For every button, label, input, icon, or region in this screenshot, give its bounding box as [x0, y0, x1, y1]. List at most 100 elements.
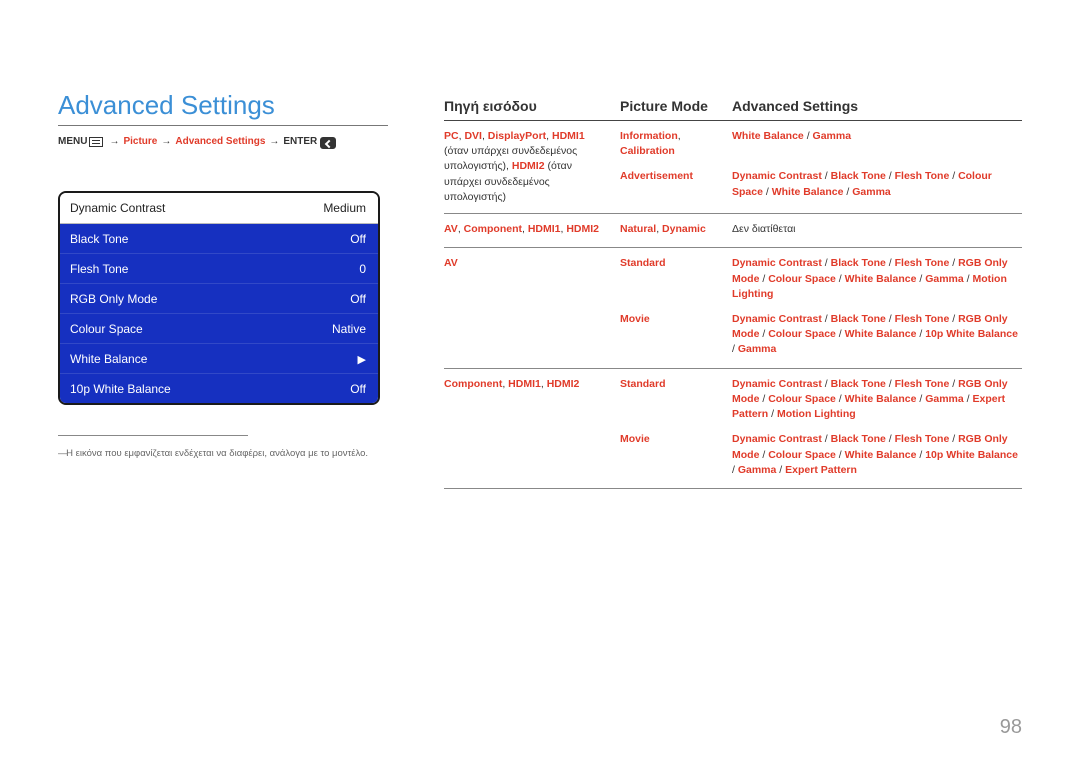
osd-row: RGB Only ModeOff [60, 283, 378, 313]
text-part: / [886, 257, 895, 269]
picture-mode-cell: Advertisement [620, 169, 732, 199]
advanced-settings-cell: Dynamic Contrast / Black Tone / Flesh To… [732, 169, 1022, 199]
text-part: Component [464, 223, 522, 235]
text-part: Δεν διατίθεται [732, 223, 796, 235]
text-part: / [822, 170, 831, 182]
text-part: / [759, 328, 768, 340]
text-part: / [763, 186, 772, 198]
header-input-source: Πηγή εισόδου [444, 98, 620, 114]
advanced-settings-cell: Dynamic Contrast / Black Tone / Flesh To… [732, 377, 1022, 423]
text-part: 10p White Balance [925, 449, 1018, 461]
osd-value: Off [350, 382, 366, 396]
text-part: HDMI1 [528, 223, 561, 235]
osd-label: 10p White Balance [70, 382, 171, 396]
table-row: AdvertisementDynamic Contrast / Black To… [620, 169, 1022, 209]
text-part: HDMI2 [566, 223, 599, 235]
text-part: Standard [620, 378, 666, 390]
picture-mode-cell: Information, Calibration [620, 129, 732, 159]
text-part: Dynamic Contrast [732, 313, 822, 325]
osd-value: Native [332, 322, 366, 336]
text-part: Gamma [738, 343, 777, 355]
osd-row: Colour SpaceNative [60, 313, 378, 343]
text-part: Flesh Tone [895, 433, 950, 445]
osd-label: Flesh Tone [70, 262, 128, 276]
text-part: AV [444, 223, 458, 235]
text-part: / [916, 328, 925, 340]
text-part: / [949, 433, 958, 445]
osd-panel: Dynamic ContrastMediumBlack ToneOffFlesh… [58, 191, 380, 405]
text-part: Dynamic [662, 223, 706, 235]
text-part: AV [444, 257, 458, 269]
text-part: Black Tone [831, 257, 886, 269]
text-part: / [886, 170, 895, 182]
text-part: HDMI1 [508, 378, 541, 390]
text-part: Gamma [925, 273, 964, 285]
input-source-cell: Component, HDMI1, HDMI2 [444, 377, 620, 488]
text-part: Black Tone [831, 170, 886, 182]
text-part: Dynamic Contrast [732, 257, 822, 269]
header-advanced-settings: Advanced Settings [732, 98, 1022, 114]
text-part: Natural [620, 223, 656, 235]
text-part: Flesh Tone [895, 170, 950, 182]
text-part: Colour Space [768, 273, 836, 285]
text-part: Information [620, 130, 678, 142]
text-part: / [949, 170, 958, 182]
osd-value: ▶ [358, 352, 366, 366]
text-part: / [759, 449, 768, 461]
text-part: / [836, 328, 845, 340]
divider [58, 435, 248, 436]
text-part: / [886, 313, 895, 325]
text-part: / [768, 408, 777, 420]
input-source-cell: PC, DVI, DisplayPort, HDMI1 (όταν υπάρχε… [444, 129, 620, 213]
osd-row: Black ToneOff [60, 223, 378, 253]
text-part: Movie [620, 433, 650, 445]
text-part: / [822, 433, 831, 445]
text-part: HDMI2 [512, 160, 545, 172]
table-group: Component, HDMI1, HDMI2Standard Dynamic C… [444, 369, 1022, 489]
arrow-icon: → [161, 136, 171, 147]
table-body: PC, DVI, DisplayPort, HDMI1 (όταν υπάρχε… [444, 121, 1022, 489]
text-part: Black Tone [831, 378, 886, 390]
text-part: Dynamic Contrast [732, 433, 822, 445]
text-part: / [886, 433, 895, 445]
breadcrumb-advanced: Advanced Settings [175, 136, 265, 147]
text-part: / [949, 378, 958, 390]
text-part: / [804, 130, 813, 142]
table-group: PC, DVI, DisplayPort, HDMI1 (όταν υπάρχε… [444, 121, 1022, 214]
text-part: DVI [464, 130, 482, 142]
text-part: , [678, 130, 681, 142]
text-part: White Balance [732, 130, 804, 142]
advanced-settings-cell: White Balance / Gamma [732, 129, 1022, 159]
text-part: Colour Space [768, 449, 836, 461]
table-row: Natural, DynamicΔεν διατίθεται [620, 222, 1022, 247]
text-part: / [949, 257, 958, 269]
arrow-icon: → [109, 136, 119, 147]
picture-mode-cell: Natural, Dynamic [620, 222, 732, 237]
input-source-cell: AV, Component, HDMI1, HDMI2 [444, 222, 620, 247]
text-part: / [822, 378, 831, 390]
text-part: Flesh Tone [895, 257, 950, 269]
input-source-cell: AV [444, 256, 620, 367]
page-number: 98 [1000, 716, 1022, 739]
text-part: / [759, 393, 768, 405]
text-part: / [759, 273, 768, 285]
breadcrumb-menu: MENU [58, 136, 87, 147]
breadcrumb: MENU → Picture → Advanced Settings → ENT… [58, 136, 388, 147]
text-part: Flesh Tone [895, 378, 950, 390]
text-part: Component [444, 378, 502, 390]
table-group: AV, Component, HDMI1, HDMI2Natural, Dyna… [444, 214, 1022, 248]
picture-mode-cell: Standard [620, 256, 732, 302]
osd-row: 10p White Balance Off [60, 373, 378, 403]
text-part: DisplayPort [488, 130, 546, 142]
text-part: / [822, 313, 831, 325]
arrow-icon: → [269, 136, 279, 147]
osd-label: Dynamic Contrast [70, 201, 165, 215]
advanced-settings-cell: Dynamic Contrast / Black Tone / Flesh To… [732, 256, 1022, 302]
page-title: Advanced Settings [58, 90, 388, 126]
enter-icon [320, 137, 336, 149]
text-part: / [949, 313, 958, 325]
text-part: / [836, 449, 845, 461]
picture-mode-cell: Movie [620, 432, 732, 478]
chevron-right-icon: ▶ [358, 354, 366, 366]
advanced-settings-cell: Dynamic Contrast / Black Tone / Flesh To… [732, 432, 1022, 478]
